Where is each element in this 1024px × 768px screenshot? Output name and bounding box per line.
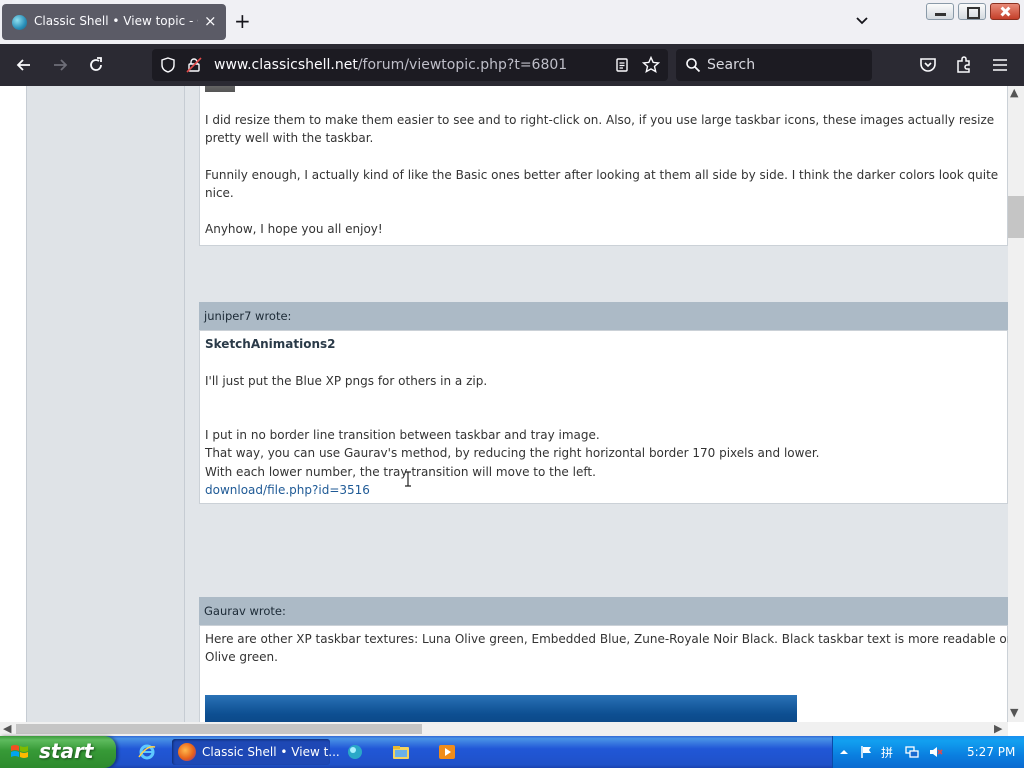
internet-explorer-icon[interactable] [138,743,156,761]
attached-image-thumbnail[interactable] [205,86,235,92]
post-text: Here are other XP taskbar textures: Luna… [205,632,1008,646]
vertical-scrollbar[interactable] [1008,86,1024,722]
globe-favicon-icon [12,15,27,30]
url-host: www.classicshell.net [214,57,358,73]
start-button[interactable]: start [0,736,116,768]
navigation-toolbar: www.classicshell.net/forum/viewtopic.php… [0,44,1024,86]
back-arrow-icon[interactable] [14,55,34,75]
post-text: Olive green. [205,650,278,664]
scroll-up-arrow-icon[interactable]: ▲ [1010,86,1018,99]
post-author: juniper7 wrote: [204,309,292,323]
post-text: I'll just put the Blue XP pngs for other… [205,374,488,388]
scroll-left-arrow-icon[interactable]: ◀ [3,722,11,735]
shield-icon[interactable] [160,57,176,73]
search-icon [686,58,701,73]
post-text: Anyhow, I hope you all enjoy! [205,222,383,236]
post-text: Funnily enough, I actually kind of like … [205,168,999,182]
forward-arrow-icon[interactable] [50,55,70,75]
post-text: That way, you can use Gaurav's method, b… [205,446,820,460]
address-bar[interactable]: www.classicshell.net/forum/viewtopic.php… [152,49,668,81]
post-text: I put in no border line transition betwe… [205,428,600,442]
lock-warning-icon[interactable] [186,57,202,73]
scroll-right-arrow-icon[interactable]: ▶ [994,722,1002,735]
restore-window-button[interactable] [958,3,986,20]
classic-shell-icon[interactable] [346,743,364,761]
start-label: start [39,739,94,763]
post-text: nice. [205,186,234,200]
taskbar-button-label: Classic Shell • View t... [202,745,340,759]
tab-title: Classic Shell • View topic - OS S [34,14,198,28]
show-hidden-icons-icon[interactable] [837,745,851,759]
post-text: I did resize them to make them easier to… [205,113,995,127]
folder-icon[interactable] [392,743,410,761]
hamburger-menu-icon[interactable] [990,55,1010,75]
media-player-icon[interactable] [438,743,456,761]
action-center-flag-icon[interactable] [859,745,873,759]
chevron-down-icon[interactable] [854,12,870,28]
pocket-icon[interactable] [918,55,938,75]
post-body: I did resize them to make them easier to… [199,86,1008,246]
post-text: pretty well with the taskbar. [205,131,374,145]
post-subject: SketchAnimations2 [205,337,336,351]
taskbar-button-firefox[interactable]: Classic Shell • View t... [172,739,340,765]
search-box[interactable]: Search [676,49,872,81]
page-margin [0,86,26,722]
close-tab-icon[interactable]: × [204,12,217,30]
language-input-icon[interactable]: 拼 [881,745,895,759]
new-tab-button[interactable]: + [234,10,251,32]
text-cursor-icon [405,471,411,487]
scroll-down-arrow-icon[interactable]: ▼ [1010,706,1018,719]
system-tray: 拼 5:27 PM [832,736,1024,768]
topic-posts: I did resize them to make them easier to… [185,86,1008,722]
reload-icon[interactable] [86,55,106,75]
extensions-puzzle-icon[interactable] [954,55,974,75]
search-placeholder: Search [707,57,756,73]
horizontal-scrollbar-thumb[interactable] [16,724,422,734]
network-icon[interactable] [905,745,919,759]
svg-text:拼: 拼 [881,746,893,759]
xp-taskbar-texture-image[interactable] [205,695,797,722]
browser-tab[interactable]: Classic Shell • View topic - OS S × [2,4,226,40]
system-clock[interactable]: 5:27 PM [967,745,1015,759]
post-text: With each lower number, the tray transit… [205,465,596,479]
page-viewport: I did resize them to make them easier to… [0,86,1008,722]
windows-logo-icon [11,745,28,758]
windows-taskbar: start Classic Shell • View t... 拼 5:27 P… [0,736,1024,768]
tab-strip: Classic Shell • View topic - OS S × + [0,0,1024,44]
download-link[interactable]: download/file.php?id=3516 [205,481,370,499]
firefox-icon [178,743,196,761]
post-header: Gaurav wrote: [199,597,1008,625]
minimize-window-button[interactable] [926,3,954,20]
post-body: Here are other XP taskbar textures: Luna… [199,625,1008,722]
post-header: juniper7 wrote: [199,302,1008,330]
volume-muted-icon[interactable] [929,745,943,759]
vertical-scrollbar-thumb[interactable] [1008,196,1024,238]
bookmark-star-icon[interactable] [642,56,660,74]
post-body: SketchAnimations2 I'll just put the Blue… [199,330,1008,504]
close-window-button[interactable] [990,3,1020,20]
reader-view-icon[interactable] [614,57,630,73]
forum-sidebar [26,86,185,722]
post-author: Gaurav wrote: [204,604,286,618]
url-text[interactable]: www.classicshell.net/forum/viewtopic.php… [214,57,567,73]
url-path: /forum/viewtopic.php?t=6801 [357,57,568,73]
